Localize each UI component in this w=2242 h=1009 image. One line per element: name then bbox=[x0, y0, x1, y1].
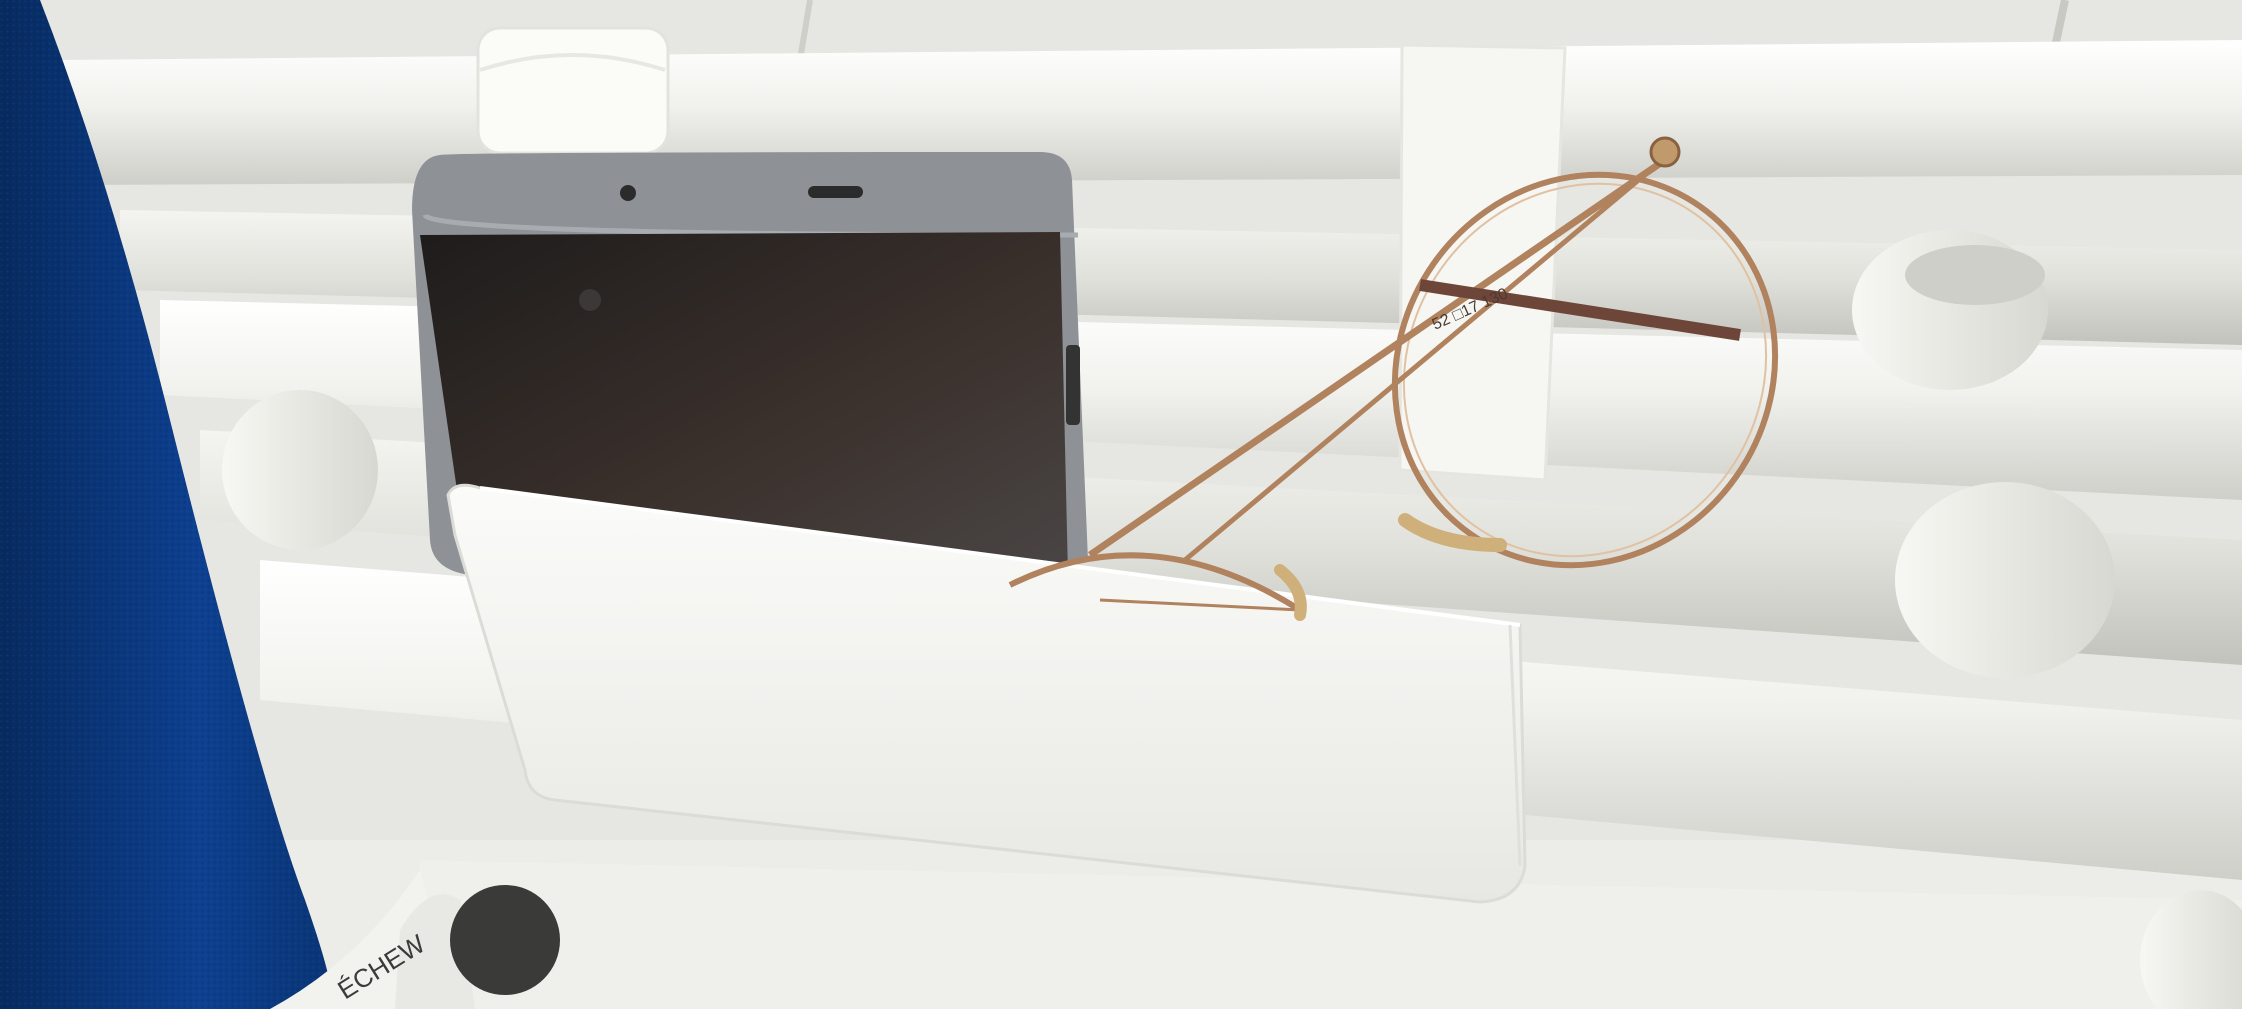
photo-scene: 52 □17 130 ÉCHEW bbox=[0, 0, 2242, 1009]
photo-illustration: 52 □17 130 ÉCHEW bbox=[0, 0, 2242, 1009]
